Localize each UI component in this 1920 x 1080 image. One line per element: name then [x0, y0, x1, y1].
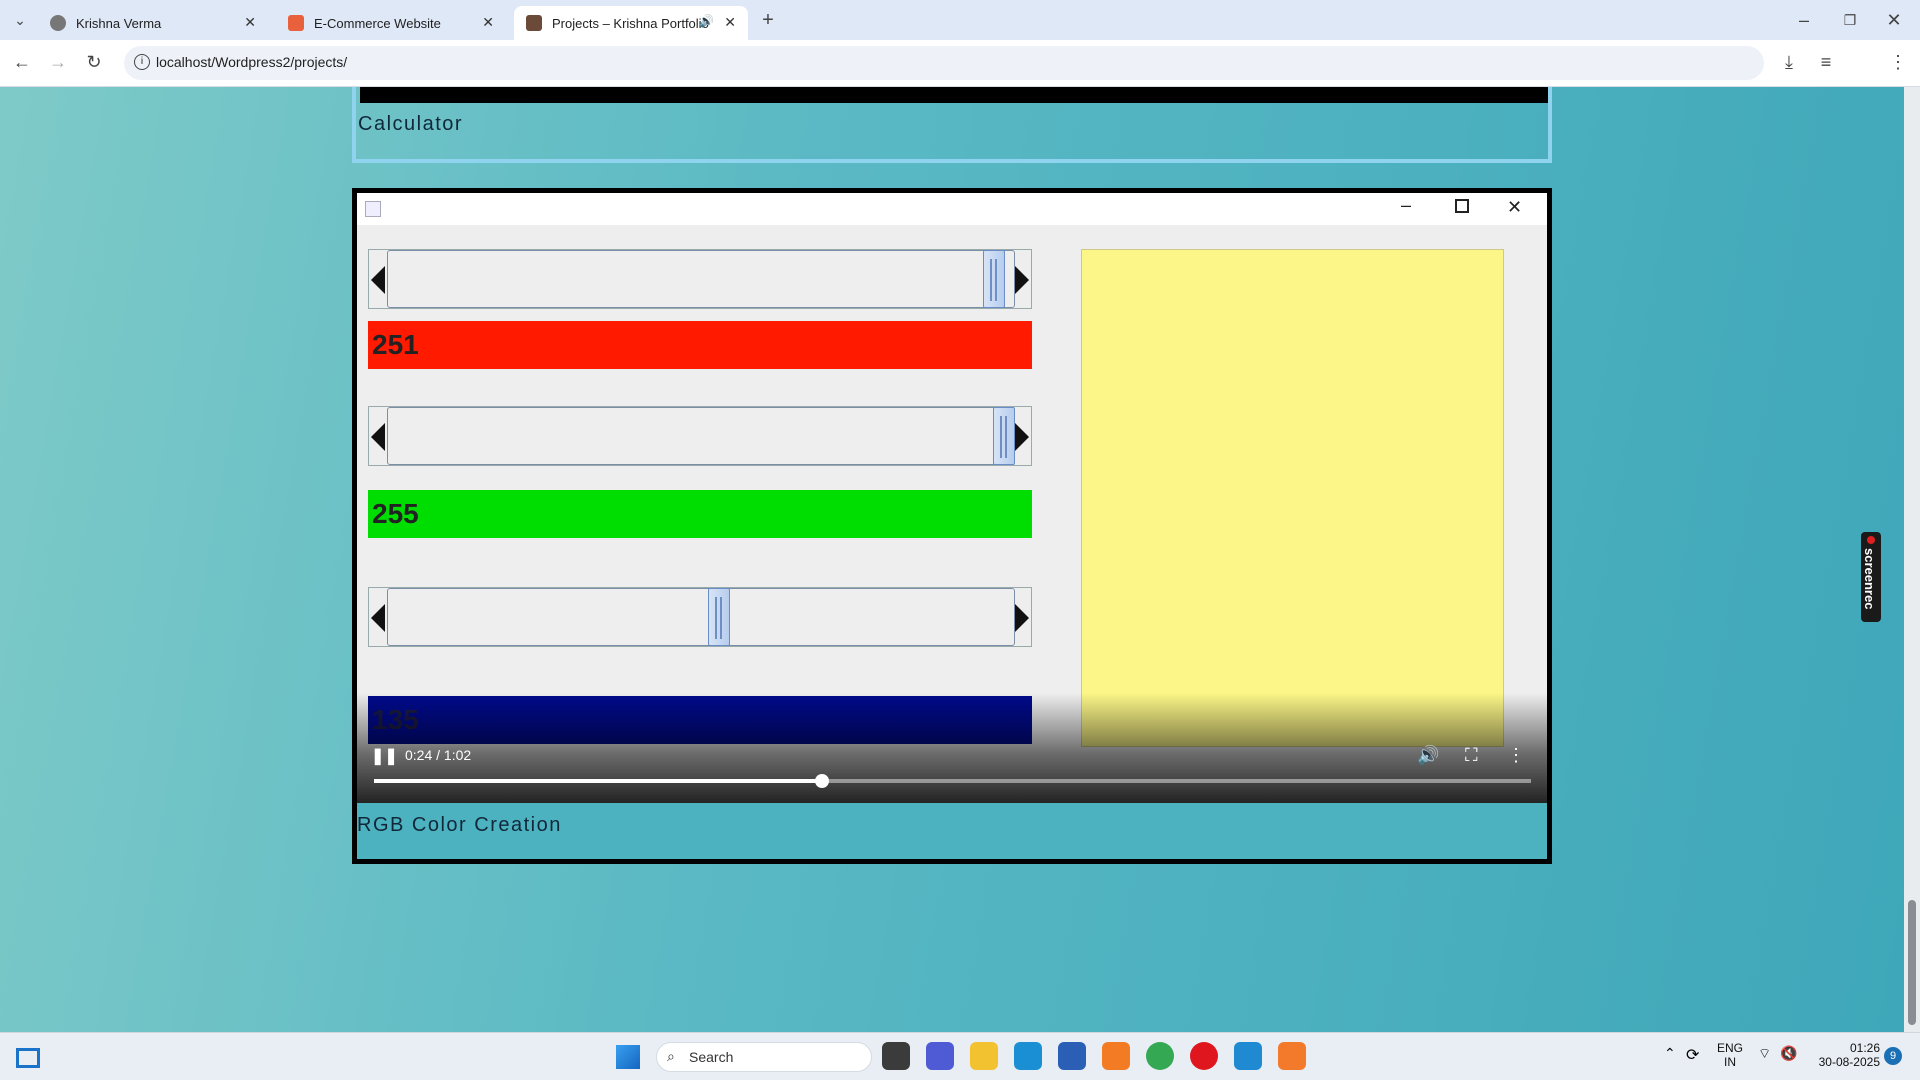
scroll-right-arrow-icon[interactable] — [1015, 423, 1029, 451]
green-value-bar: 255 — [368, 490, 1032, 538]
task-view-icon[interactable] — [882, 1042, 910, 1070]
page-scrollbar[interactable] — [1904, 87, 1920, 1032]
clock-date: 30-08-2025 — [1818, 1055, 1880, 1069]
java-app-icon — [365, 201, 381, 217]
scroll-right-arrow-icon[interactable] — [1015, 266, 1029, 294]
windows-start-icon[interactable] — [616, 1045, 640, 1069]
back-icon[interactable]: ← — [8, 48, 36, 76]
close-tab-icon[interactable]: ✕ — [244, 14, 256, 31]
close-tab-icon[interactable]: ✕ — [724, 14, 736, 31]
tab-projects[interactable]: Projects – Krishna Portfolio 🔊 ✕ — [514, 6, 748, 40]
tab-title: Krishna Verma — [76, 15, 162, 31]
clock[interactable]: 01:26 30-08-2025 — [1804, 1041, 1880, 1069]
chrome-icon[interactable] — [1146, 1042, 1174, 1070]
tab-title: E-Commerce Website — [314, 15, 441, 31]
tray-chevron-icon[interactable]: ⌃ — [1664, 1045, 1676, 1062]
red-scrollbar[interactable] — [368, 249, 1032, 309]
blue-scrollbar-track[interactable] — [387, 588, 1015, 646]
sync-icon[interactable]: ⟳ — [1686, 1045, 1699, 1065]
more-options-icon[interactable]: ⋮ — [1507, 745, 1525, 765]
windows-taskbar: ⌃ ⟳ ENG IN ⌔ 🔇 01:26 30-08-2025 9 — [0, 1032, 1920, 1080]
region-label: IN — [1724, 1055, 1736, 1069]
scroll-left-arrow-icon[interactable] — [371, 604, 385, 632]
scroll-left-arrow-icon[interactable] — [371, 266, 385, 294]
fullscreen-icon[interactable]: ⛶ — [1465, 745, 1478, 765]
clock-time: 01:26 — [1849, 1041, 1880, 1055]
downloads-icon[interactable]: ⤓ — [1775, 48, 1803, 76]
close-window-icon[interactable]: ✕ — [1880, 6, 1908, 34]
language-label: ENG — [1716, 1041, 1743, 1055]
vscode-icon[interactable] — [1234, 1042, 1262, 1070]
video-progress-fill — [374, 779, 822, 783]
menu-kebab-icon[interactable]: ⋮ — [1884, 48, 1912, 76]
edge-icon[interactable] — [1014, 1042, 1042, 1070]
record-dot-icon — [1867, 536, 1875, 544]
file-explorer-icon[interactable] — [970, 1042, 998, 1070]
globe-icon — [50, 15, 66, 31]
search-icon: ⌕ — [667, 1048, 675, 1064]
red-scrollbar-track[interactable] — [387, 250, 1015, 308]
java-minimize-icon[interactable]: – — [1401, 195, 1411, 216]
firefox-icon[interactable] — [1102, 1042, 1130, 1070]
xampp-icon — [288, 15, 304, 31]
card-caption: Calculator — [358, 113, 464, 135]
site-info-icon[interactable]: i — [134, 54, 150, 70]
green-scrollbar-thumb[interactable] — [993, 407, 1015, 465]
opera-icon[interactable] — [1190, 1042, 1218, 1070]
blue-scrollbar[interactable] — [368, 587, 1032, 647]
video-controls-overlay — [357, 693, 1547, 803]
address-bar[interactable]: i localhost/Wordpress2/projects/ — [124, 46, 1764, 80]
screenrec-label: screenrec — [1862, 548, 1877, 610]
speaker-muted-icon[interactable]: 🔇 — [1780, 1045, 1797, 1062]
teams-icon[interactable] — [926, 1042, 954, 1070]
red-scrollbar-thumb[interactable] — [983, 250, 1006, 308]
media-controls-icon[interactable]: ≡ — [1812, 48, 1840, 76]
close-tab-icon[interactable]: ✕ — [482, 14, 494, 31]
tab-title: Projects – Krishna Portfolio — [552, 15, 709, 31]
tab-krishna-verma[interactable]: Krishna Verma ✕ — [38, 6, 268, 40]
search-placeholder: Search — [689, 1049, 734, 1065]
restore-window-icon[interactable]: ❐ — [1836, 6, 1864, 34]
video-player[interactable]: – ✕ 251 255 135 ❚❚ — [357, 193, 1547, 803]
green-scrollbar-track[interactable] — [387, 407, 1015, 465]
new-tab-icon[interactable]: + — [754, 6, 782, 34]
minimize-window-icon[interactable]: – — [1790, 6, 1818, 34]
video-progress-knob[interactable] — [814, 774, 829, 788]
audio-playing-icon[interactable]: 🔊 — [699, 14, 714, 28]
video-time: 0:24 / 1:02 — [405, 747, 472, 763]
tab-search-dropdown-icon[interactable]: ⌄ — [6, 6, 34, 34]
wifi-icon[interactable]: ⌔ — [1758, 1045, 1771, 1063]
project-card-calculator: Calculator — [352, 87, 1552, 163]
notification-badge[interactable]: 9 — [1884, 1047, 1902, 1065]
video-bottom-edge — [360, 87, 1548, 103]
tab-ecommerce[interactable]: E-Commerce Website ✕ — [276, 6, 506, 40]
pause-icon[interactable]: ❚❚ — [371, 747, 398, 767]
avatar-icon — [526, 15, 542, 31]
scroll-right-arrow-icon[interactable] — [1015, 604, 1029, 632]
tab-strip: ⌄ Krishna Verma ✕ E-Commerce Website ✕ P… — [0, 0, 1920, 40]
language-indicator[interactable]: ENG IN — [1710, 1041, 1750, 1069]
java-close-icon[interactable]: ✕ — [1507, 197, 1522, 218]
color-preview-panel — [1081, 249, 1504, 747]
volume-icon[interactable]: 🔊 — [1417, 745, 1439, 765]
store-icon[interactable] — [1058, 1042, 1086, 1070]
forward-icon[interactable]: → — [44, 48, 72, 76]
card-caption: RGB Color Creation — [357, 814, 562, 836]
url-text[interactable]: localhost/Wordpress2/projects/ — [156, 54, 347, 70]
java-maximize-icon[interactable] — [1455, 199, 1469, 213]
java-window-titlebar: – ✕ — [357, 193, 1547, 225]
scroll-left-arrow-icon[interactable] — [371, 423, 385, 451]
xampp-taskbar-icon[interactable] — [1278, 1042, 1306, 1070]
red-value-bar: 251 — [368, 321, 1032, 369]
green-scrollbar[interactable] — [368, 406, 1032, 466]
reload-icon[interactable]: ↻ — [80, 48, 108, 76]
page-scrollbar-thumb[interactable] — [1908, 900, 1916, 1025]
blue-scrollbar-thumb[interactable] — [707, 588, 730, 646]
taskbar-search[interactable]: ⌕ Search — [656, 1042, 872, 1072]
widgets-icon[interactable] — [16, 1048, 40, 1068]
screenrec-widget[interactable]: screenrec — [1861, 532, 1881, 622]
